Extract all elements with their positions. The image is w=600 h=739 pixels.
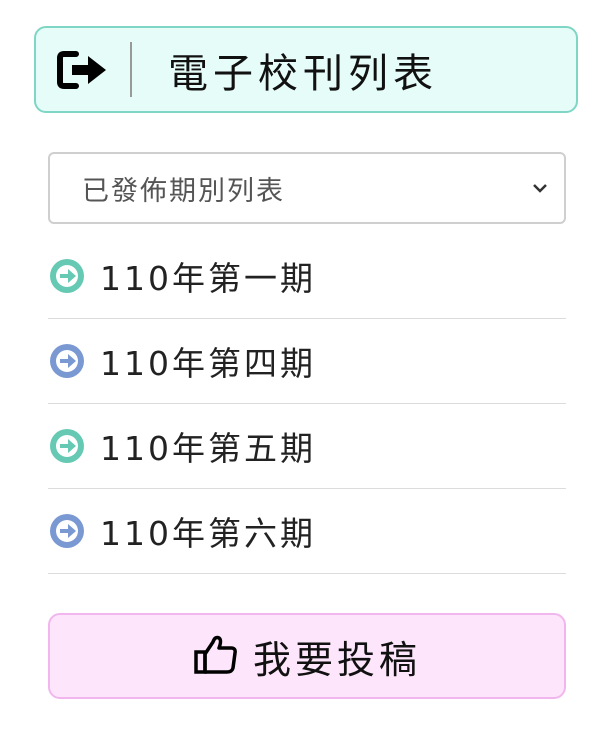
chevron-down-icon	[532, 179, 548, 198]
arrow-circle-right-icon	[48, 342, 86, 380]
issue-item[interactable]: 110年第六期	[48, 489, 566, 574]
sign-out-icon[interactable]	[36, 28, 132, 111]
arrow-circle-right-icon	[48, 512, 86, 550]
page-title: 電子校刊列表	[168, 50, 438, 97]
issue-select[interactable]: 已發佈期別列表	[48, 152, 566, 224]
issue-list: 110年第一期 110年第四期 110年第五期 110年第六期	[48, 234, 566, 574]
issue-label: 110年第一期	[100, 259, 316, 298]
e-journal-header[interactable]: 電子校刊列表	[34, 26, 578, 113]
submit-label: 我要投稿	[252, 637, 421, 682]
issue-select-value: 已發佈期別列表	[82, 175, 285, 207]
submit-article-button[interactable]: 我要投稿	[48, 613, 566, 699]
arrow-circle-right-icon	[48, 427, 86, 465]
issue-label: 110年第六期	[100, 514, 316, 553]
issue-label: 110年第四期	[100, 344, 316, 383]
issue-item[interactable]: 110年第五期	[48, 404, 566, 489]
thumbs-up-icon	[193, 632, 239, 680]
issue-label: 110年第五期	[100, 429, 316, 468]
issue-item[interactable]: 110年第一期	[48, 234, 566, 319]
issue-item[interactable]: 110年第四期	[48, 319, 566, 404]
arrow-circle-right-icon	[48, 257, 86, 295]
